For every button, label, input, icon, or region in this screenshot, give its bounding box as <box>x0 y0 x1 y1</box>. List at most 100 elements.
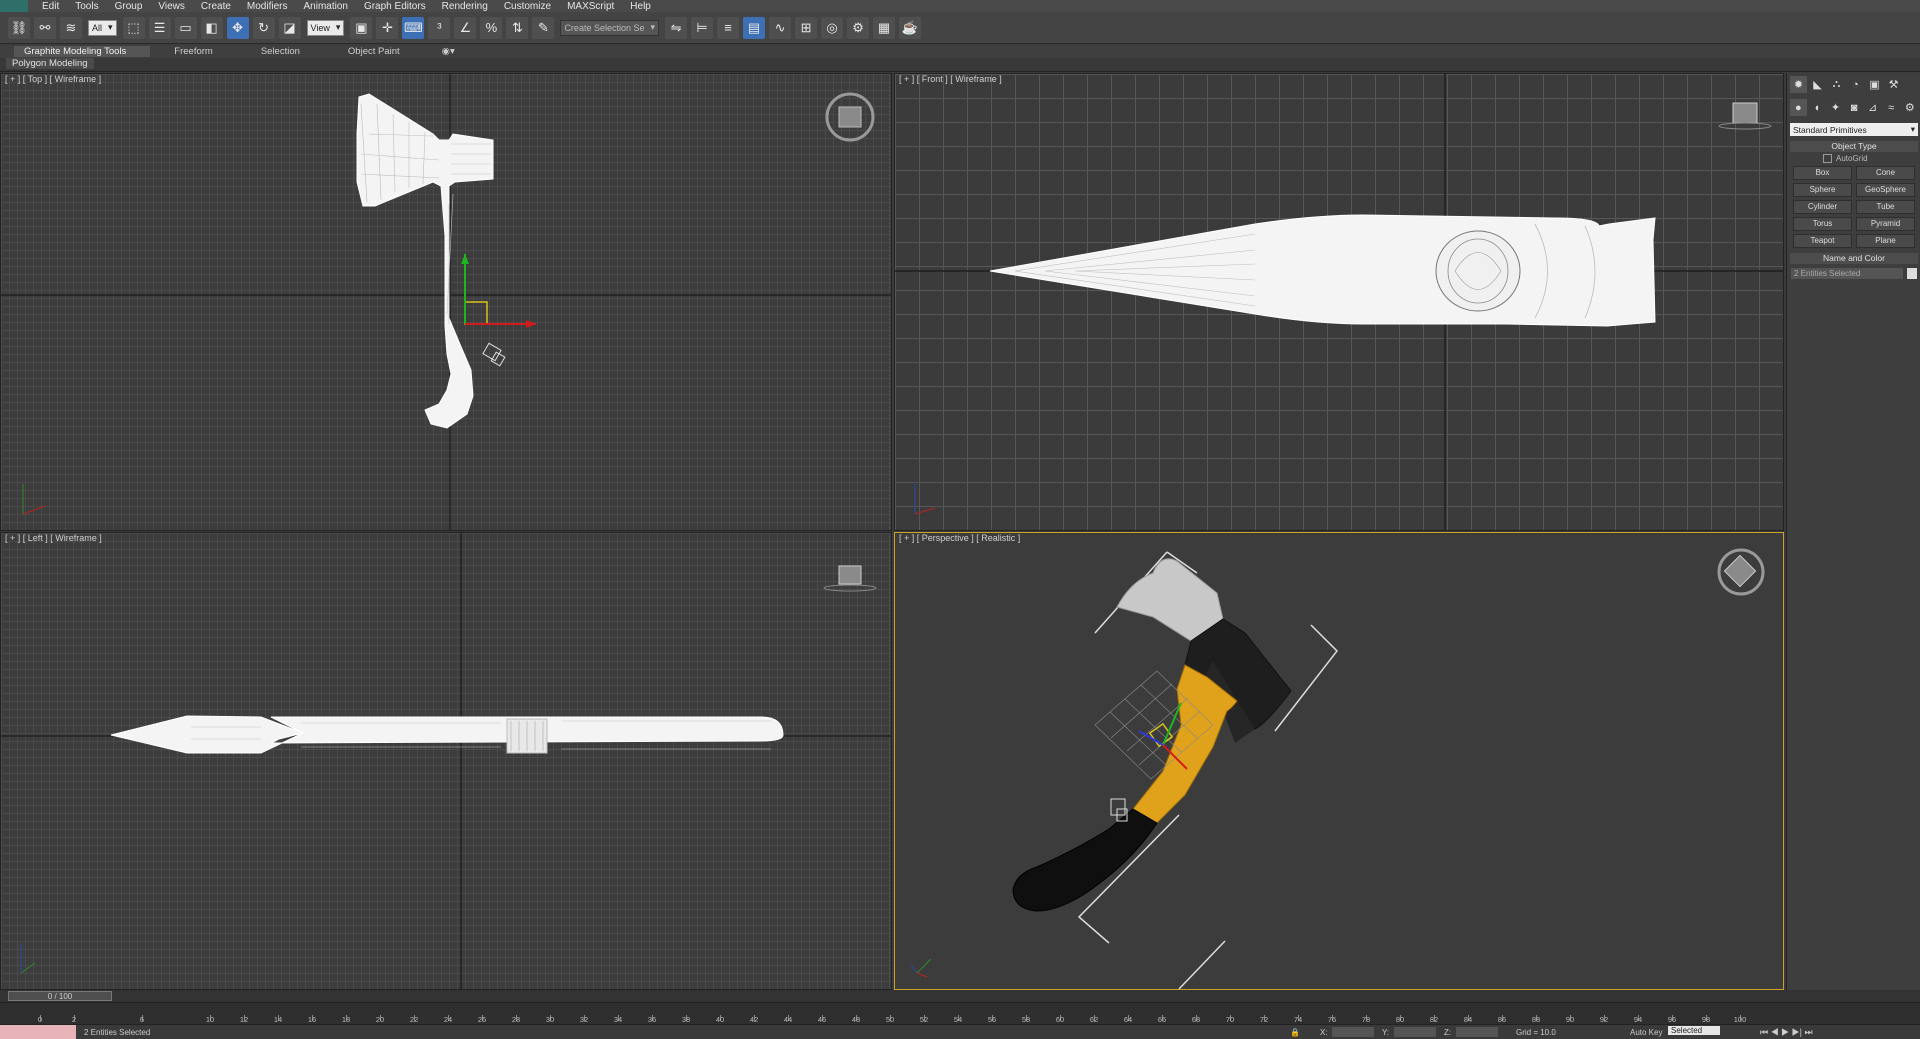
coord-y-field[interactable] <box>1394 1027 1436 1037</box>
menu-tools[interactable]: Tools <box>75 1 98 12</box>
render-setup-icon[interactable]: ⚙ <box>847 16 870 39</box>
object-color-swatch[interactable] <box>1907 268 1917 279</box>
menu-graph-editors[interactable]: Graph Editors <box>364 1 426 12</box>
viewport-left[interactable]: [ + ] [ Left ] [ Wireframe ] <box>0 532 892 990</box>
rect-selection-icon[interactable]: ▭ <box>174 16 197 39</box>
menu-help[interactable]: Help <box>630 1 651 12</box>
viewport-front-label[interactable]: [ + ] [ Front ] [ Wireframe ] <box>899 74 1002 84</box>
playback-controls-icon[interactable]: ⏮ ◀ ▶ ▶| ⏭ <box>1760 1027 1813 1038</box>
name-and-color-rollout[interactable]: Name and Color <box>1790 253 1918 264</box>
viewport-left-label[interactable]: [ + ] [ Left ] [ Wireframe ] <box>5 533 102 543</box>
select-scale-icon[interactable]: ◪ <box>278 16 301 39</box>
axe-front-wireframe[interactable] <box>989 214 1656 327</box>
keyboard-shortcut-icon[interactable]: ⌨ <box>402 16 425 39</box>
axe-top-wireframe[interactable] <box>356 93 494 429</box>
menu-customize[interactable]: Customize <box>504 1 551 12</box>
track-bar[interactable]: 0 2 6 10 12 14 16 18 20 22 24 26 28 30 32 34 36 38 40 42 44 4… <box>0 1002 1920 1025</box>
viewcube-top-icon[interactable] <box>825 92 875 142</box>
menu-rendering[interactable]: Rendering <box>442 1 488 12</box>
viewcube-perspective-icon[interactable] <box>1717 548 1765 596</box>
object-type-rollout[interactable]: Object Type <box>1790 141 1918 152</box>
viewport-top[interactable]: [ + ] [ Top ] [ Wireframe ] <box>0 73 892 531</box>
app-logo[interactable] <box>0 0 28 12</box>
select-move-icon[interactable]: ✥ <box>226 16 249 39</box>
plane-button[interactable]: Plane <box>1856 234 1915 248</box>
torus-button[interactable]: Torus <box>1793 217 1852 231</box>
viewport-perspective-label[interactable]: [ + ] [ Perspective ] [ Realistic ] <box>899 533 1020 543</box>
tab-freeform[interactable]: Freeform <box>164 46 237 57</box>
viewport-top-label[interactable]: [ + ] [ Top ] [ Wireframe ] <box>5 74 101 84</box>
hierarchy-tab-icon[interactable]: ⛬ <box>1828 76 1845 93</box>
time-slider[interactable]: 0 / 100 <box>0 990 1920 1002</box>
object-name-field[interactable]: 2 Entities Selected <box>1791 268 1903 279</box>
box-button[interactable]: Box <box>1793 166 1852 180</box>
geometry-icon[interactable]: ● <box>1790 99 1807 116</box>
select-object-icon[interactable]: ⬚ <box>122 16 145 39</box>
display-tab-icon[interactable]: ▣ <box>1866 76 1883 93</box>
tube-button[interactable]: Tube <box>1856 200 1915 214</box>
schematic-view-icon[interactable]: ⊞ <box>795 16 818 39</box>
material-editor-icon[interactable]: ◎ <box>821 16 844 39</box>
primitive-type-dropdown[interactable]: Standard Primitives ▾ <box>1790 123 1918 136</box>
window-crossing-icon[interactable]: ◧ <box>200 16 223 39</box>
named-selection-dropdown[interactable]: Create Selection Se ▾ <box>560 19 660 36</box>
edit-named-selections-icon[interactable]: ✎ <box>532 16 555 39</box>
pivot-center-icon[interactable]: ▣ <box>350 16 373 39</box>
ribbon-options-icon[interactable]: ◉▾ <box>438 46 459 57</box>
menu-modifiers[interactable]: Modifiers <box>247 1 288 12</box>
viewport-perspective[interactable]: [ + ] [ Perspective ] [ Realistic ] <box>894 532 1784 990</box>
axe-left-wireframe[interactable] <box>110 715 784 754</box>
align-icon[interactable]: ⊨ <box>691 16 714 39</box>
motion-tab-icon[interactable]: ◔ <box>1847 76 1864 93</box>
systems-icon[interactable]: ⚙ <box>1901 99 1918 116</box>
time-slider-handle[interactable]: 0 / 100 <box>8 991 112 1001</box>
tab-object-paint[interactable]: Object Paint <box>338 46 424 57</box>
shapes-icon[interactable]: ◖ <box>1809 99 1826 116</box>
selection-filter-dropdown[interactable]: All ▾ <box>88 19 117 36</box>
tab-graphite-modeling-tools[interactable]: Graphite Modeling Tools <box>14 46 151 57</box>
teapot-button[interactable]: Teapot <box>1793 234 1852 248</box>
angle-snap-icon[interactable]: ∠ <box>454 16 477 39</box>
coord-z-field[interactable] <box>1456 1027 1498 1037</box>
select-by-name-icon[interactable]: ☰ <box>148 16 171 39</box>
coord-x-field[interactable] <box>1332 1027 1374 1037</box>
lights-icon[interactable]: ✦ <box>1827 99 1844 116</box>
menu-create[interactable]: Create <box>201 1 231 12</box>
ref-coord-dropdown[interactable]: View ▾ <box>306 19 345 36</box>
geosphere-button[interactable]: GeoSphere <box>1856 183 1915 197</box>
graphite-toggle-icon[interactable]: ▤ <box>743 16 766 39</box>
select-rotate-icon[interactable]: ↻ <box>252 16 275 39</box>
key-filter-dropdown[interactable]: Selected <box>1668 1026 1721 1035</box>
unlink-icon[interactable]: ⚯ <box>34 16 56 39</box>
maxscript-listener[interactable] <box>0 1025 76 1039</box>
snaps-toggle-icon[interactable]: ³ <box>428 16 451 39</box>
viewcube-left-icon[interactable] <box>823 565 877 592</box>
cone-button[interactable]: Cone <box>1856 166 1915 180</box>
cameras-icon[interactable]: ◙ <box>1846 99 1863 116</box>
sphere-button[interactable]: Sphere <box>1793 183 1852 197</box>
spinner-snap-icon[interactable]: ⇅ <box>506 16 529 39</box>
menu-group[interactable]: Group <box>115 1 143 12</box>
link-icon[interactable]: ⛓ <box>8 16 30 39</box>
pyramid-button[interactable]: Pyramid <box>1856 217 1915 231</box>
helpers-icon[interactable]: ⊿ <box>1864 99 1881 116</box>
menu-animation[interactable]: Animation <box>303 1 347 12</box>
autogrid-checkbox[interactable]: AutoGrid <box>1823 154 1920 163</box>
mirror-icon[interactable]: ⇋ <box>665 16 688 39</box>
spacewarps-icon[interactable]: ≈ <box>1883 99 1900 116</box>
render-production-icon[interactable]: ☕ <box>899 16 922 39</box>
utilities-tab-icon[interactable]: ⚒ <box>1885 76 1902 93</box>
auto-key-button[interactable]: Auto Key <box>1630 1028 1662 1037</box>
viewcube-front-icon[interactable] <box>1718 102 1772 130</box>
menu-maxscript[interactable]: MAXScript <box>567 1 614 12</box>
lock-selection-icon[interactable]: 🔒 <box>1290 1028 1300 1037</box>
menu-views[interactable]: Views <box>158 1 185 12</box>
menu-edit[interactable]: Edit <box>42 1 59 12</box>
bind-space-warp-icon[interactable]: ≋ <box>60 16 82 39</box>
tab-selection[interactable]: Selection <box>251 46 324 57</box>
tab-polygon-modeling[interactable]: Polygon Modeling <box>6 58 94 69</box>
curve-editor-icon[interactable]: ∿ <box>769 16 792 39</box>
viewport-front[interactable]: [ + ] [ Front ] [ Wireframe ] <box>894 73 1784 531</box>
modify-tab-icon[interactable]: ◣ <box>1809 76 1826 93</box>
percent-snap-icon[interactable]: % <box>480 16 503 39</box>
